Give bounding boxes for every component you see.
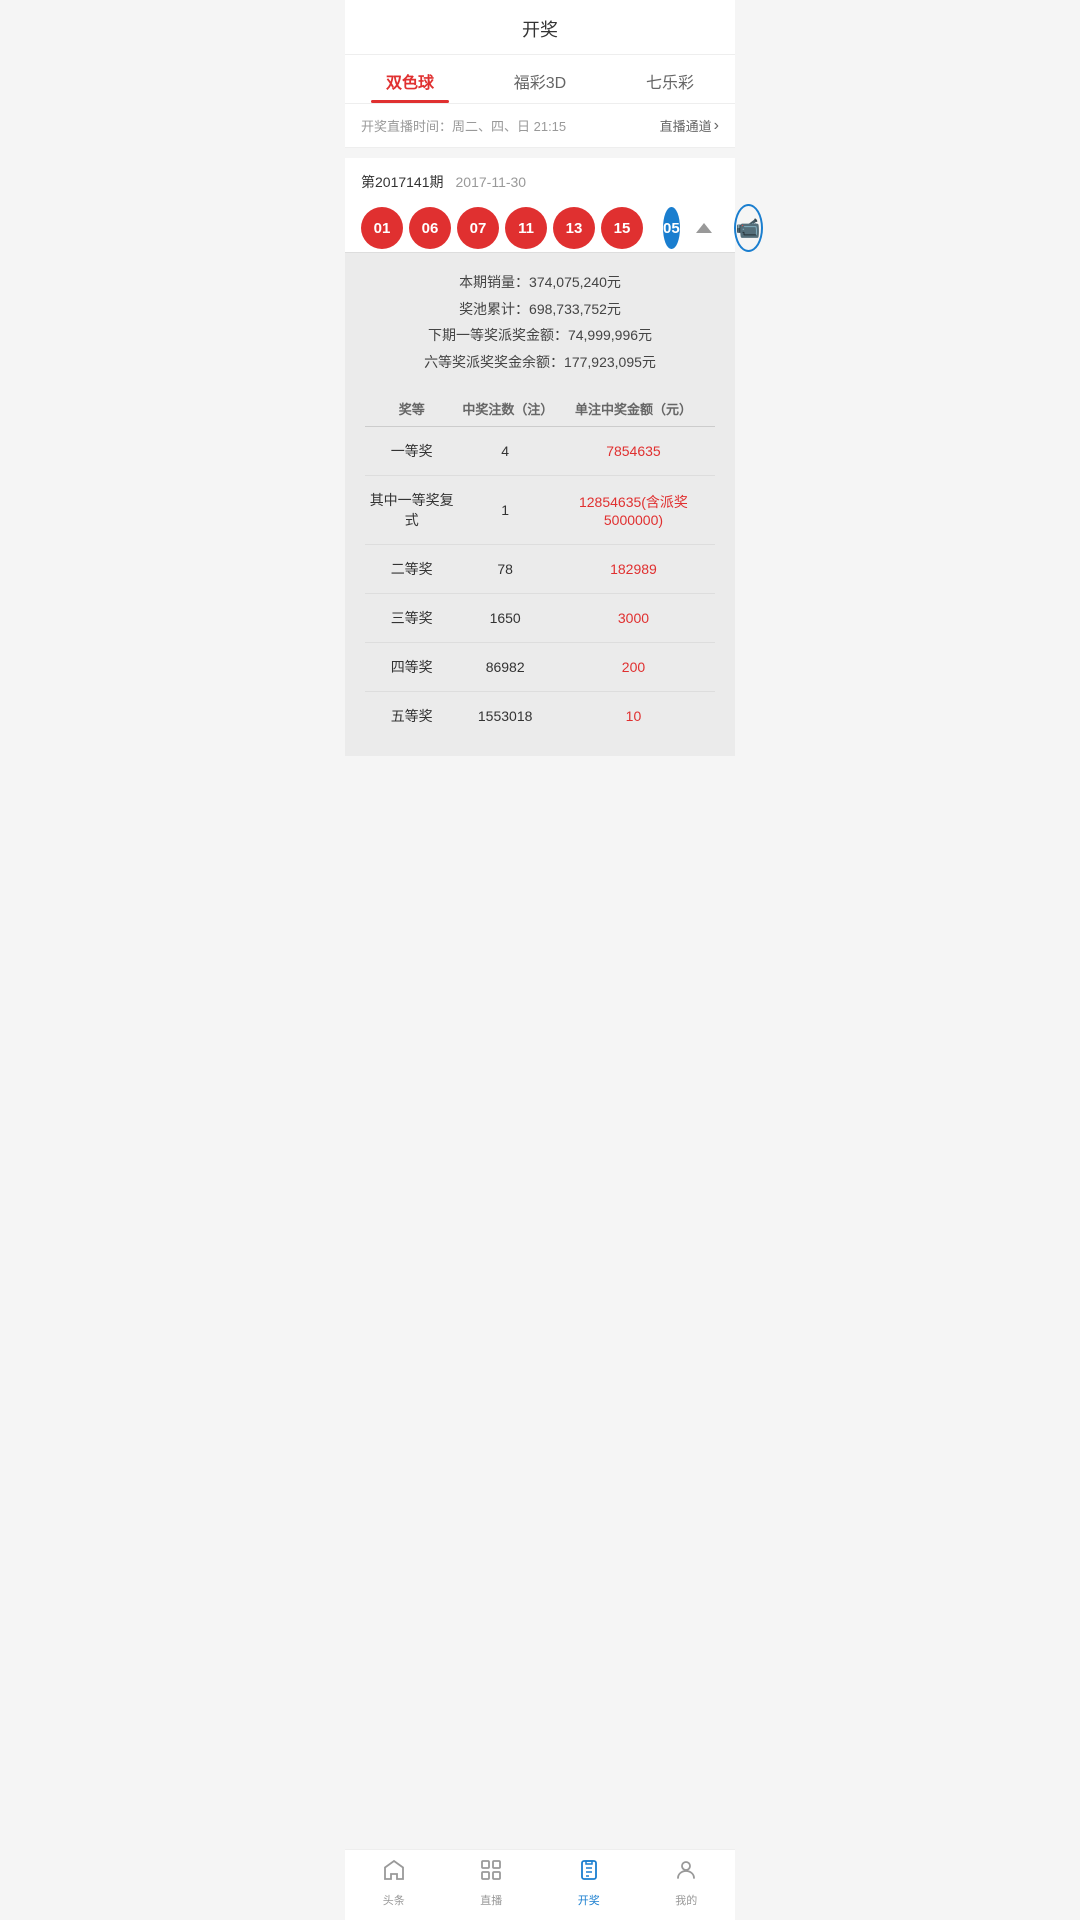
video-button[interactable]: 📹 <box>734 204 763 252</box>
ball-red-5: 13 <box>553 207 595 249</box>
prize-count-2: 1 <box>458 476 552 545</box>
prize-count-5: 86982 <box>458 643 552 692</box>
nav-label-draw: 开奖 <box>578 1892 600 1908</box>
ball-red-4: 11 <box>505 207 547 249</box>
user-icon <box>674 1858 698 1888</box>
bottom-nav: 头条 直播 开奖 <box>345 1849 735 1920</box>
broadcast-link[interactable]: 直播通道 <box>660 116 719 135</box>
ball-red-1: 01 <box>361 207 403 249</box>
nav-label-headlines: 头条 <box>383 1892 405 1908</box>
prize-count-4: 1650 <box>458 594 552 643</box>
nav-label-live: 直播 <box>480 1892 502 1908</box>
table-row: 三等奖 1650 3000 <box>365 594 715 643</box>
table-row: 四等奖 86982 200 <box>365 643 715 692</box>
prize-count-6: 1553018 <box>458 692 552 741</box>
tab-qilecai[interactable]: 七乐彩 <box>605 55 735 103</box>
detail-sixth-remain: 六等奖派奖奖金余额：177,923,095元 <box>365 349 715 376</box>
ball-red-2: 06 <box>409 207 451 249</box>
ball-blue: 05 <box>663 207 680 249</box>
draw-numbers-row: 01 06 07 11 13 15 05 📹 <box>361 204 719 252</box>
draw-date: 2017-11-30 <box>456 174 527 190</box>
prize-count-3: 78 <box>458 545 552 594</box>
video-icon: 📹 <box>736 216 761 241</box>
tab-fucai3d[interactable]: 福彩3D <box>475 55 605 103</box>
nav-item-live[interactable]: 直播 <box>443 1858 541 1908</box>
prize-count-1: 4 <box>458 427 552 476</box>
detail-next-first: 下期一等奖派奖金额：74,999,996元 <box>365 322 715 349</box>
ball-red-6: 15 <box>601 207 643 249</box>
clipboard-icon <box>577 1858 601 1888</box>
nav-item-draw[interactable]: 开奖 <box>540 1858 638 1908</box>
prize-amount-2: 12854635(含派奖5000000) <box>552 476 715 545</box>
prize-amount-1: 7854635 <box>552 427 715 476</box>
col-header-count: 中奖注数（注） <box>458 391 552 427</box>
detail-panel: 本期销量：374,075,240元 奖池累计：698,733,752元 下期一等… <box>345 252 735 756</box>
prize-name-2: 其中一等奖复式 <box>365 476 458 545</box>
detail-sales: 本期销量：374,075,240元 <box>365 269 715 296</box>
nav-item-mine[interactable]: 我的 <box>638 1858 736 1908</box>
col-header-amount: 单注中奖金额（元） <box>552 391 715 427</box>
prize-amount-5: 200 <box>552 643 715 692</box>
nav-item-headlines[interactable]: 头条 <box>345 1858 443 1908</box>
prize-amount-4: 3000 <box>552 594 715 643</box>
detail-stats: 本期销量：374,075,240元 奖池累计：698,733,752元 下期一等… <box>365 269 715 375</box>
red-balls: 01 06 07 11 13 15 <box>361 207 643 249</box>
table-row: 二等奖 78 182989 <box>365 545 715 594</box>
draw-header: 第2017141期 2017-11-30 <box>361 172 719 192</box>
ball-red-3: 07 <box>457 207 499 249</box>
detail-pool: 奖池累计：698,733,752元 <box>365 296 715 323</box>
table-row: 其中一等奖复式 1 12854635(含派奖5000000) <box>365 476 715 545</box>
prize-name-6: 五等奖 <box>365 692 458 741</box>
prize-name-4: 三等奖 <box>365 594 458 643</box>
prize-name-3: 二等奖 <box>365 545 458 594</box>
draw-section: 第2017141期 2017-11-30 01 06 07 11 13 15 0… <box>345 158 735 252</box>
home-icon <box>382 1858 406 1888</box>
page-title: 开奖 <box>345 0 735 55</box>
broadcast-time: 开奖直播时间：周二、四、日 21:15 <box>361 116 566 135</box>
collapse-arrow-icon[interactable] <box>696 223 712 233</box>
prize-name-1: 一等奖 <box>365 427 458 476</box>
prize-table: 奖等 中奖注数（注） 单注中奖金额（元） 一等奖 4 7854635 其中一等奖… <box>365 391 715 740</box>
col-header-prize: 奖等 <box>365 391 458 427</box>
prize-amount-6: 10 <box>552 692 715 741</box>
table-row: 五等奖 1553018 10 <box>365 692 715 741</box>
prize-name-5: 四等奖 <box>365 643 458 692</box>
grid-icon <box>479 1858 503 1888</box>
prize-amount-3: 182989 <box>552 545 715 594</box>
tab-bar: 双色球 福彩3D 七乐彩 <box>345 55 735 104</box>
nav-label-mine: 我的 <box>675 1892 697 1908</box>
broadcast-bar: 开奖直播时间：周二、四、日 21:15 直播通道 <box>345 104 735 148</box>
draw-period: 第2017141期 <box>361 172 444 192</box>
table-row: 一等奖 4 7854635 <box>365 427 715 476</box>
tab-shuangseqiu[interactable]: 双色球 <box>345 55 475 103</box>
